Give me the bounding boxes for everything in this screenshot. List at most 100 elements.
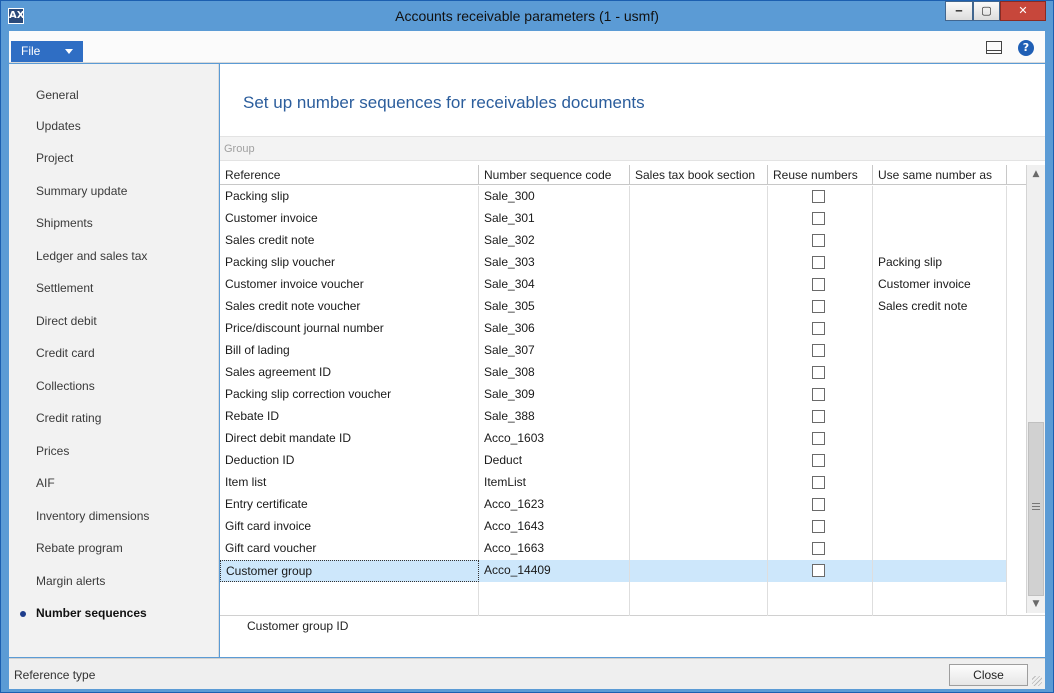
sidebar-item-project[interactable]: Project	[36, 151, 73, 171]
table-row[interactable]: Gift card voucher Acco_1663	[220, 538, 1026, 560]
reuse-numbers-checkbox[interactable]	[812, 366, 825, 379]
code-cell[interactable]: Sale_308	[479, 362, 630, 384]
code-cell[interactable]: Sale_303	[479, 252, 630, 274]
tax-section-cell[interactable]	[630, 560, 768, 582]
same-as-cell[interactable]	[873, 340, 1007, 362]
reuse-numbers-checkbox[interactable]	[812, 300, 825, 313]
code-cell[interactable]: Acco_1623	[479, 494, 630, 516]
code-cell[interactable]: Sale_304	[479, 274, 630, 296]
same-as-cell[interactable]	[873, 230, 1007, 252]
sidebar-item-number-sequences[interactable]: Number sequences	[20, 606, 147, 626]
code-cell[interactable]: Sale_300	[479, 186, 630, 208]
same-as-cell[interactable]	[873, 538, 1007, 560]
reuse-numbers-checkbox[interactable]	[812, 388, 825, 401]
tax-section-cell[interactable]	[630, 274, 768, 296]
code-cell[interactable]: Sale_301	[479, 208, 630, 230]
reference-cell[interactable]: Customer invoice	[220, 208, 479, 230]
code-cell[interactable]: Sale_302	[479, 230, 630, 252]
close-button[interactable]: Close	[949, 664, 1028, 686]
table-row[interactable]: Item list ItemList	[220, 472, 1026, 494]
sidebar-item-aif[interactable]: AIF	[36, 476, 55, 496]
code-cell[interactable]: Sale_309	[479, 384, 630, 406]
reference-cell[interactable]: Sales agreement ID	[220, 362, 479, 384]
reuse-numbers-cell[interactable]	[768, 186, 873, 208]
scroll-down-icon[interactable]: ▼	[1027, 595, 1045, 613]
reference-cell[interactable]: Item list	[220, 472, 479, 494]
reference-cell[interactable]: Rebate ID	[220, 406, 479, 428]
same-as-cell[interactable]: Packing slip	[873, 252, 1007, 274]
file-menu-button[interactable]: File	[11, 41, 83, 62]
col-head-reuse-numbers[interactable]: Reuse numbers	[768, 165, 873, 185]
code-cell[interactable]: Acco_1663	[479, 538, 630, 560]
reference-cell[interactable]: Customer invoice voucher	[220, 274, 479, 296]
tax-section-cell[interactable]	[630, 384, 768, 406]
tax-section-cell[interactable]	[630, 538, 768, 560]
same-as-cell[interactable]	[873, 560, 1007, 582]
table-row[interactable]: Packing slip correction voucher Sale_309	[220, 384, 1026, 406]
sidebar-item-updates[interactable]: Updates	[36, 119, 81, 139]
reference-cell[interactable]: Entry certificate	[220, 494, 479, 516]
reuse-numbers-cell[interactable]	[768, 560, 873, 582]
table-row[interactable]: Price/discount journal number Sale_306	[220, 318, 1026, 340]
code-cell[interactable]: Sale_306	[479, 318, 630, 340]
scroll-up-icon[interactable]: ▲	[1027, 165, 1045, 183]
tax-section-cell[interactable]	[630, 252, 768, 274]
reference-cell[interactable]: Gift card voucher	[220, 538, 479, 560]
tax-section-cell[interactable]	[630, 472, 768, 494]
same-as-cell[interactable]	[873, 428, 1007, 450]
minimize-button[interactable]: ‒	[945, 1, 973, 21]
reference-cell[interactable]: Sales credit note	[220, 230, 479, 252]
reuse-numbers-cell[interactable]	[768, 406, 873, 428]
tax-section-cell[interactable]	[630, 296, 768, 318]
reuse-numbers-checkbox[interactable]	[812, 212, 825, 225]
reuse-numbers-cell[interactable]	[768, 318, 873, 340]
reference-cell[interactable]: Deduction ID	[220, 450, 479, 472]
code-cell[interactable]: Sale_307	[479, 340, 630, 362]
tax-section-cell[interactable]	[630, 340, 768, 362]
reuse-numbers-checkbox[interactable]	[812, 234, 825, 247]
sidebar-item-direct-debit[interactable]: Direct debit	[36, 314, 97, 334]
code-cell[interactable]: Acco_1643	[479, 516, 630, 538]
same-as-cell[interactable]	[873, 472, 1007, 494]
tax-section-cell[interactable]	[630, 318, 768, 340]
reference-cell[interactable]: Price/discount journal number	[220, 318, 479, 340]
tax-section-cell[interactable]	[630, 186, 768, 208]
table-row[interactable]: Packing slip Sale_300	[220, 186, 1026, 208]
table-row[interactable]: Deduction ID Deduct	[220, 450, 1026, 472]
reuse-numbers-checkbox[interactable]	[812, 344, 825, 357]
table-row[interactable]: Rebate ID Sale_388	[220, 406, 1026, 428]
same-as-cell[interactable]	[873, 450, 1007, 472]
reference-cell[interactable]: Direct debit mandate ID	[220, 428, 479, 450]
same-as-cell[interactable]: Customer invoice	[873, 274, 1007, 296]
reference-cell[interactable]: Sales credit note voucher	[220, 296, 479, 318]
sidebar-item-credit-card[interactable]: Credit card	[36, 346, 95, 366]
sidebar-item-shipments[interactable]: Shipments	[36, 216, 93, 236]
code-cell[interactable]: ItemList	[479, 472, 630, 494]
col-head-reference[interactable]: Reference	[220, 165, 479, 185]
code-cell[interactable]: Sale_388	[479, 406, 630, 428]
table-row[interactable]: Customer group Acco_14409	[220, 560, 1026, 582]
reuse-numbers-cell[interactable]	[768, 384, 873, 406]
same-as-cell[interactable]: Sales credit note	[873, 296, 1007, 318]
same-as-cell[interactable]	[873, 318, 1007, 340]
table-row[interactable]: Sales credit note Sale_302	[220, 230, 1026, 252]
reuse-numbers-checkbox[interactable]	[812, 278, 825, 291]
reference-cell[interactable]: Bill of lading	[220, 340, 479, 362]
reuse-numbers-checkbox[interactable]	[812, 476, 825, 489]
table-row[interactable]: Gift card invoice Acco_1643	[220, 516, 1026, 538]
same-as-cell[interactable]	[873, 406, 1007, 428]
tax-section-cell[interactable]	[630, 362, 768, 384]
tax-section-cell[interactable]	[630, 406, 768, 428]
reuse-numbers-checkbox[interactable]	[812, 322, 825, 335]
code-cell[interactable]: Sale_305	[479, 296, 630, 318]
tax-section-cell[interactable]	[630, 494, 768, 516]
reuse-numbers-cell[interactable]	[768, 230, 873, 252]
code-cell[interactable]: Acco_14409	[479, 560, 630, 582]
reuse-numbers-cell[interactable]	[768, 494, 873, 516]
reuse-numbers-checkbox[interactable]	[812, 454, 825, 467]
sidebar-item-prices[interactable]: Prices	[36, 444, 69, 464]
maximize-button[interactable]: ▢	[973, 1, 1000, 21]
reference-cell[interactable]: Packing slip correction voucher	[220, 384, 479, 406]
col-head-sales-tax-book-section[interactable]: Sales tax book section	[630, 165, 768, 185]
sidebar-item-ledger-and-sales-tax[interactable]: Ledger and sales tax	[36, 249, 147, 269]
